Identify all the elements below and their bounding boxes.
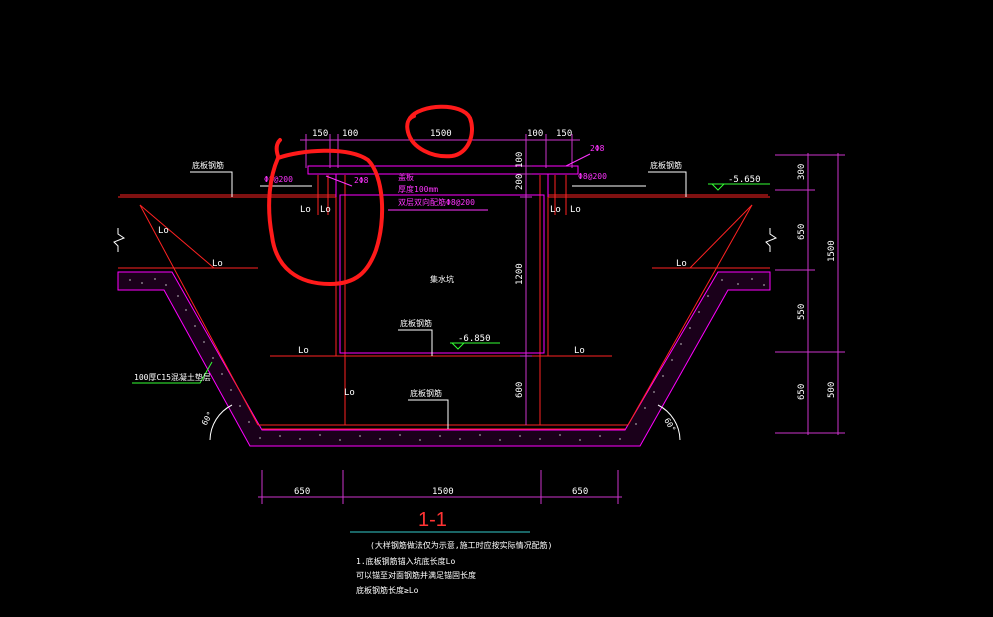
label-lo-1: Lo <box>158 226 169 236</box>
label-lo-9: Lo <box>574 346 585 356</box>
label-lo-6: Lo <box>344 388 355 398</box>
dim-right-550: 550 <box>797 304 807 320</box>
slab-outline <box>118 175 770 430</box>
notes-line-2: 可以锚至对面钢筋并满足锚固长度 <box>356 570 476 580</box>
note-cover-1: 盖板 <box>398 172 414 182</box>
label-slab-rebar-left: 底板钢筋 <box>192 160 224 170</box>
dim-bottom-650-left: 650 <box>294 487 310 497</box>
label-lo-10: Lo <box>676 259 687 269</box>
cad-drawing: 150 100 1500 100 150 100 200 1200 600 30… <box>113 104 845 595</box>
angle-left: 60° <box>200 410 215 427</box>
dim-bottom-650-right: 650 <box>572 487 588 497</box>
dim-top-100-right: 100 <box>527 129 543 139</box>
dim-inner-100: 100 <box>515 152 525 168</box>
markup-tick <box>274 138 282 158</box>
label-lo-4: Lo <box>320 205 331 215</box>
dim-right-650-bottom: 650 <box>797 384 807 400</box>
label-bar-right: Φ8@200 <box>578 172 607 181</box>
label-lo-3: Lo <box>300 205 311 215</box>
label-pit: 集水坑 <box>430 274 454 284</box>
elevation-pit: -6.850 <box>458 334 491 344</box>
label-lo-2: Lo <box>212 259 223 269</box>
label-bar-count-left: 2Φ8 <box>354 176 369 185</box>
notes-line-3: 底板钢筋长度≥Lo <box>356 585 419 595</box>
dim-top-100-left: 100 <box>342 129 358 139</box>
break-symbols <box>113 228 778 252</box>
dim-inner-600: 600 <box>515 382 525 398</box>
elevation-top: -5.650 <box>728 175 761 185</box>
label-lo-7: Lo <box>550 205 561 215</box>
label-bar-left: Φ8@200 <box>264 175 293 184</box>
note-cover-2: 厚度100mm <box>398 184 438 194</box>
label-lo-5: Lo <box>298 346 309 356</box>
section-title: 1-1 <box>418 509 447 531</box>
label-bar-count-right: 2Φ8 <box>590 144 605 153</box>
label-slab-rebar-bottom: 底板钢筋 <box>410 388 442 398</box>
dim-top-150-right: 150 <box>556 129 572 139</box>
notes-line-1: 1.底板钢筋锚入坑底长度Lo <box>356 556 455 566</box>
cover-plate <box>307 165 579 354</box>
label-lo-8: Lo <box>570 205 581 215</box>
dim-right-500: 500 <box>827 382 837 398</box>
note-cover-3: 双层双向配筋Φ8@200 <box>398 197 475 207</box>
label-slab-rebar-right: 底板钢筋 <box>650 160 682 170</box>
dim-right-650: 650 <box>797 224 807 240</box>
dim-right-1500: 1500 <box>827 240 837 262</box>
label-cushion: 100厚C15混凝土垫层 <box>134 372 211 382</box>
dim-inner-200: 200 <box>515 174 525 190</box>
angle-right: 60° <box>662 417 677 434</box>
dim-top-150-left: 150 <box>312 129 328 139</box>
markup-circle-left <box>267 148 385 286</box>
dim-bottom-1500: 1500 <box>432 487 454 497</box>
dim-right-300: 300 <box>797 164 807 180</box>
dim-top-1500: 1500 <box>430 129 452 139</box>
label-slab-rebar-mid: 底板钢筋 <box>400 318 432 328</box>
dim-inner-1200: 1200 <box>515 263 525 285</box>
notes-header: (大样钢筋做法仅为示意,施工时应按实际情况配筋) <box>370 540 552 550</box>
